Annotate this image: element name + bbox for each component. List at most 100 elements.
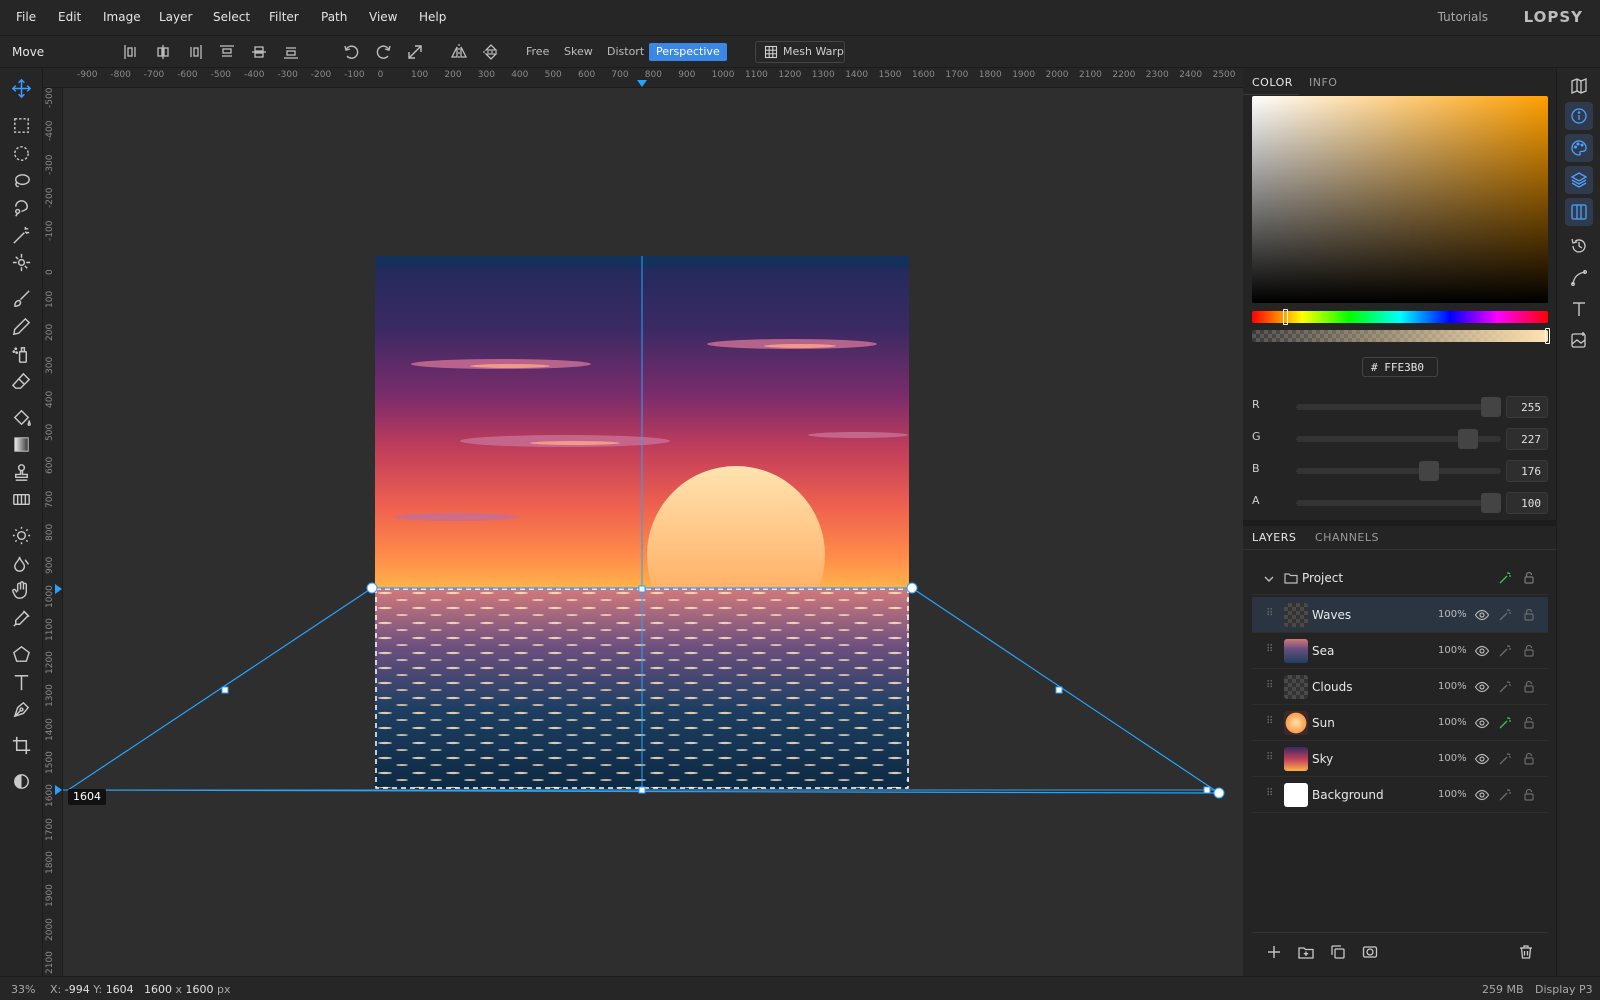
zoom-level[interactable]: 33%: [11, 983, 35, 996]
layer-opacity[interactable]: 100%: [1438, 645, 1467, 656]
layer-row[interactable]: ⠿ Background 100%: [1252, 777, 1548, 813]
layer-name[interactable]: Sun: [1312, 716, 1335, 730]
channel-b-thumb[interactable]: [1419, 461, 1440, 481]
layer-name[interactable]: Background: [1312, 788, 1384, 802]
saturation-value-picker[interactable]: [1252, 96, 1548, 303]
layer-name[interactable]: Clouds: [1312, 680, 1353, 694]
layer-opacity[interactable]: 100%: [1438, 789, 1467, 800]
history-icon[interactable]: [1569, 236, 1589, 256]
channel-r-thumb[interactable]: [1480, 397, 1501, 417]
eye-icon[interactable]: [1474, 787, 1490, 803]
tab-info[interactable]: INFO: [1309, 76, 1337, 89]
eye-icon[interactable]: [1474, 643, 1490, 659]
lock-icon[interactable]: [1521, 787, 1537, 803]
layers-icon[interactable]: [1565, 166, 1593, 194]
tab-channels[interactable]: CHANNELS: [1315, 531, 1379, 544]
channel-g-value[interactable]: 227: [1506, 428, 1548, 450]
layer-opacity[interactable]: 100%: [1438, 717, 1467, 728]
effects-icon[interactable]: [1497, 787, 1513, 803]
edge-handle-br-square: [1203, 786, 1211, 794]
panel-divider[interactable]: [1243, 520, 1556, 526]
cursor-coordinates: X: -994 Y: 1604: [50, 983, 134, 996]
color-palette-icon[interactable]: [1565, 134, 1593, 162]
drag-handle-icon[interactable]: ⠿: [1266, 716, 1274, 730]
eye-icon[interactable]: [1474, 751, 1490, 767]
status-bar: 33% X: -994 Y: 1604 1600 x 1600 px 259 M…: [0, 976, 1600, 1000]
eye-icon[interactable]: [1474, 715, 1490, 731]
layer-row[interactable]: ⠿ Sea 100%: [1252, 633, 1548, 669]
guide-position-tooltip: 1604: [68, 789, 106, 805]
drag-handle-icon[interactable]: ⠿: [1266, 608, 1274, 622]
layer-row[interactable]: ⠿ Waves 100%: [1252, 597, 1548, 633]
delete-layer-icon[interactable]: [1517, 943, 1535, 961]
layer-thumbnail: [1284, 675, 1308, 699]
drag-handle-icon[interactable]: ⠿: [1266, 680, 1274, 694]
effects-icon[interactable]: [1497, 715, 1513, 731]
alpha-slider-handle[interactable]: [1545, 328, 1550, 344]
effects-icon[interactable]: [1497, 751, 1513, 767]
effects-icon[interactable]: [1497, 607, 1513, 623]
hue-slider[interactable]: [1252, 311, 1548, 323]
add-layer-icon[interactable]: [1265, 943, 1283, 961]
tab-layers[interactable]: LAYERS: [1252, 531, 1296, 544]
lock-icon[interactable]: [1521, 679, 1537, 695]
image-adjustments-icon[interactable]: [1569, 330, 1589, 350]
layer-group-row[interactable]: Project: [1252, 561, 1548, 595]
eye-icon[interactable]: [1474, 679, 1490, 695]
drag-handle-icon[interactable]: ⠿: [1266, 752, 1274, 766]
layers-footer: [1252, 932, 1548, 968]
channel-a-value[interactable]: 100: [1506, 492, 1548, 514]
tab-color[interactable]: COLOR: [1252, 76, 1293, 89]
alpha-slider[interactable]: [1252, 330, 1548, 342]
character-text-icon[interactable]: [1569, 299, 1589, 319]
layer-name[interactable]: Sky: [1312, 752, 1333, 766]
eye-icon[interactable]: [1474, 607, 1490, 623]
layer-name[interactable]: Sea: [1312, 644, 1334, 658]
channel-r-slider[interactable]: [1296, 404, 1501, 410]
canvas-overlay: [55, 80, 1225, 799]
navigator-map-icon[interactable]: [1569, 76, 1589, 96]
layer-row[interactable]: ⠿ Clouds 100%: [1252, 669, 1548, 705]
layer-mask-icon[interactable]: [1361, 943, 1379, 961]
hex-value: FFE3B0: [1384, 361, 1424, 374]
layer-opacity[interactable]: 100%: [1438, 609, 1467, 620]
hex-input[interactable]: # FFE3B0: [1362, 357, 1438, 377]
color-profile[interactable]: Display P3: [1535, 983, 1593, 996]
layer-opacity[interactable]: 100%: [1438, 753, 1467, 764]
layer-thumbnail: [1284, 711, 1308, 735]
channel-b-slider[interactable]: [1296, 468, 1501, 474]
document-size: 1600 x 1600 px: [144, 983, 231, 996]
channel-a-thumb[interactable]: [1480, 493, 1501, 513]
edge-handle-bottom: [638, 786, 646, 794]
drag-handle-icon[interactable]: ⠿: [1266, 644, 1274, 658]
layer-opacity[interactable]: 100%: [1438, 681, 1467, 692]
effects-icon[interactable]: [1497, 679, 1513, 695]
hue-slider-handle[interactable]: [1282, 309, 1288, 325]
paths-icon[interactable]: [1569, 268, 1589, 288]
corner-handle-tl: [366, 582, 378, 594]
duplicate-layer-icon[interactable]: [1329, 943, 1347, 961]
lock-icon[interactable]: [1521, 715, 1537, 731]
effects-icon[interactable]: [1497, 643, 1513, 659]
add-folder-icon[interactable]: [1297, 943, 1315, 961]
layer-row[interactable]: ⠿ Sun 100%: [1252, 705, 1548, 741]
effects-active-icon[interactable]: [1497, 570, 1513, 586]
lock-icon[interactable]: [1521, 570, 1537, 586]
lock-icon[interactable]: [1521, 643, 1537, 659]
edge-handle-top: [638, 585, 646, 593]
lock-icon[interactable]: [1521, 607, 1537, 623]
drag-handle-icon[interactable]: ⠿: [1266, 788, 1274, 802]
channels-columns-icon[interactable]: [1565, 198, 1593, 226]
tutorials-link[interactable]: Tutorials: [1438, 10, 1488, 24]
layer-name[interactable]: Waves: [1312, 608, 1351, 622]
doc-times: x: [175, 983, 183, 996]
chevron-down-icon[interactable]: [1262, 571, 1276, 585]
channel-r-value[interactable]: 255: [1506, 396, 1548, 418]
channel-g-thumb[interactable]: [1458, 429, 1479, 449]
lock-icon[interactable]: [1521, 751, 1537, 767]
corner-handle-br: [1213, 787, 1225, 799]
channel-b-value[interactable]: 176: [1506, 460, 1548, 482]
channel-a-slider[interactable]: [1296, 500, 1501, 506]
layer-row[interactable]: ⠿ Sky 100%: [1252, 741, 1548, 777]
info-icon[interactable]: [1565, 102, 1593, 130]
